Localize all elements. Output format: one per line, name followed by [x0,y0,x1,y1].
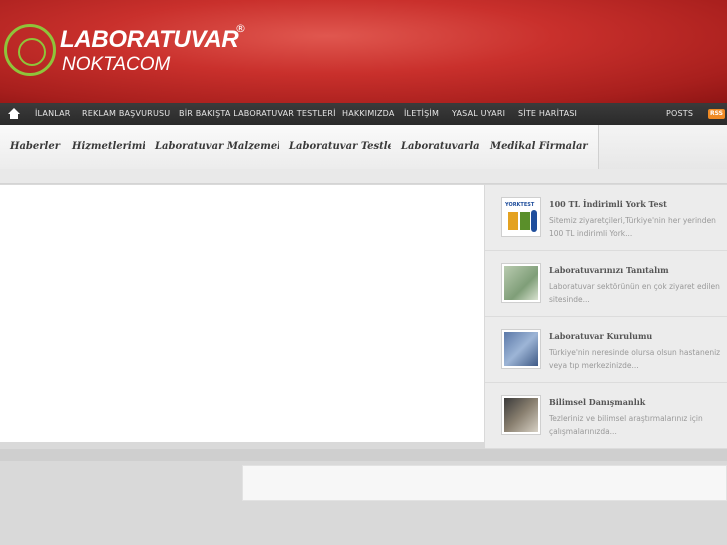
sidebar-item-title[interactable]: Laboratuvar Kurulumu [549,331,652,341]
sidebar-item-kurulum[interactable]: Laboratuvar Kurulumu Türkiye'nin neresin… [485,317,727,383]
lab-intro-thumbnail[interactable] [501,263,541,303]
york-test-thumbnail[interactable]: YORKTEST [501,197,541,237]
nav-iletisim[interactable]: İLETİŞİM [404,103,439,125]
nav-posts[interactable]: POSTS [666,103,693,125]
sidebar-item-text: Tezleriniz ve bilimsel araştırmalarınız … [549,414,703,436]
category-menu-shadow [0,169,727,184]
home-icon[interactable] [8,108,20,120]
nav-site-haritasi[interactable]: SİTE HARİTASI [518,103,577,125]
sidebar-item-title[interactable]: Bilimsel Danışmanlık [549,397,645,407]
nav-reklam-basvurusu[interactable]: REKLAM BAŞVURUSU [82,103,170,125]
nav-yasal-uyari[interactable]: YASAL UYARI [452,103,505,125]
site-header: LABORATUVAR ® NOKTACOM [0,0,727,103]
category-haberler[interactable]: Haberler [0,125,71,169]
sidebar-item-text: Sitemiz ziyaretçileri,Türkiye'nin her ye… [549,216,716,238]
sidebar-item-title[interactable]: Laboratuvarınızı Tanıtalım [549,265,669,275]
nav-hakkimizda[interactable]: HAKKIMIZDA [342,103,395,125]
logo-subtitle: NOKTACOM [62,54,171,75]
registered-mark: ® [235,22,246,35]
featured-sidebar: YORKTEST 100 TL İndirimli York Test Site… [485,185,727,449]
york-test-logo-text: YORKTEST [505,202,535,208]
site-logo[interactable]: LABORATUVAR ® NOKTACOM [4,22,254,80]
lower-content-box [242,465,727,501]
sidebar-item-tanitim[interactable]: Laboratuvarınızı Tanıtalım Laboratuvar s… [485,251,727,317]
sidebar-item-text: Türkiye'nin neresinde olursa olsun hasta… [549,348,721,370]
logo-title: LABORATUVAR [60,26,239,53]
sidebar-item-title[interactable]: 100 TL İndirimli York Test [549,199,667,209]
consulting-thumbnail[interactable] [501,395,541,435]
top-navigation: İLANLAR REKLAM BAŞVURUSU BİR BAKIŞTA LAB… [0,103,727,125]
nav-ilanlar[interactable]: İLANLAR [35,103,71,125]
main-content-panel [0,185,484,442]
category-medikal-firmalar[interactable]: Medikal Firmalar [480,125,599,169]
sidebar-item-text: Laboratuvar sektörünün en çok ziyaret ed… [549,282,720,304]
lower-divider [0,449,727,461]
sidebar-item-york-test[interactable]: YORKTEST 100 TL İndirimli York Test Site… [485,185,727,251]
nav-laboratuvar-testleri[interactable]: BİR BAKIŞTA LABORATUVAR TESTLERİ [179,103,336,125]
sidebar-item-danismanlik[interactable]: Bilimsel Danışmanlık Tezleriniz ve bilim… [485,383,727,449]
logo-inner-circle-icon [18,38,46,66]
lab-setup-thumbnail[interactable] [501,329,541,369]
rss-icon[interactable]: RSS [708,109,725,119]
